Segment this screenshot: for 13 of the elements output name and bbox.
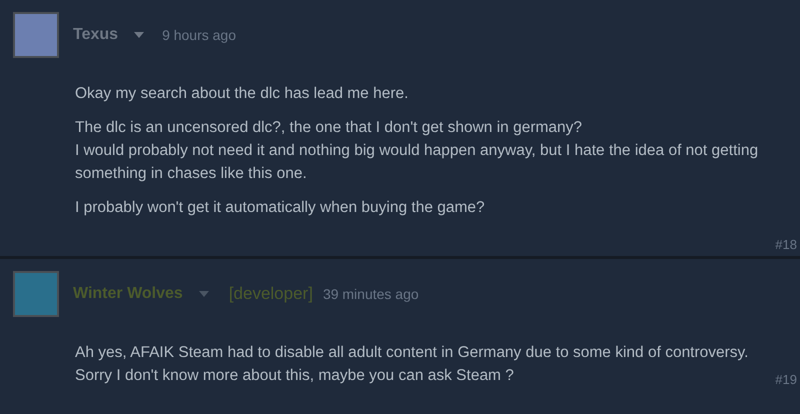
- avatar-placeholder[interactable]: [13, 12, 59, 58]
- comment-number[interactable]: #19: [775, 370, 797, 390]
- comment-text: The dlc is an uncensored dlc?, the one that I don't get shown in germany? I would probably not need it and nothing big would happen anyway, but I hate the idea of not getting something in chases like this one.: [75, 118, 760, 184]
- comment-number[interactable]: #18: [775, 235, 797, 254]
- timestamp: 9 hours ago: [162, 26, 236, 45]
- comment-text: Okay my search about the dlc has lead me here.: [75, 84, 410, 104]
- caret-icon[interactable]: [198, 291, 209, 297]
- comment-text: I probably won't get it automatically when buying the game?: [75, 198, 486, 218]
- caret-icon[interactable]: [134, 32, 144, 38]
- avatar-placeholder[interactable]: [13, 271, 59, 317]
- timestamp: 39 minutes ago: [322, 284, 419, 304]
- comment-text: Ah yes, AFAIK Steam had to disable all adult content in Germany due to some kind of controversy. Sorry I don't know more about this, maybe you can ask Steam ?: [75, 343, 750, 386]
- author-name[interactable]: Texus: [73, 23, 118, 47]
